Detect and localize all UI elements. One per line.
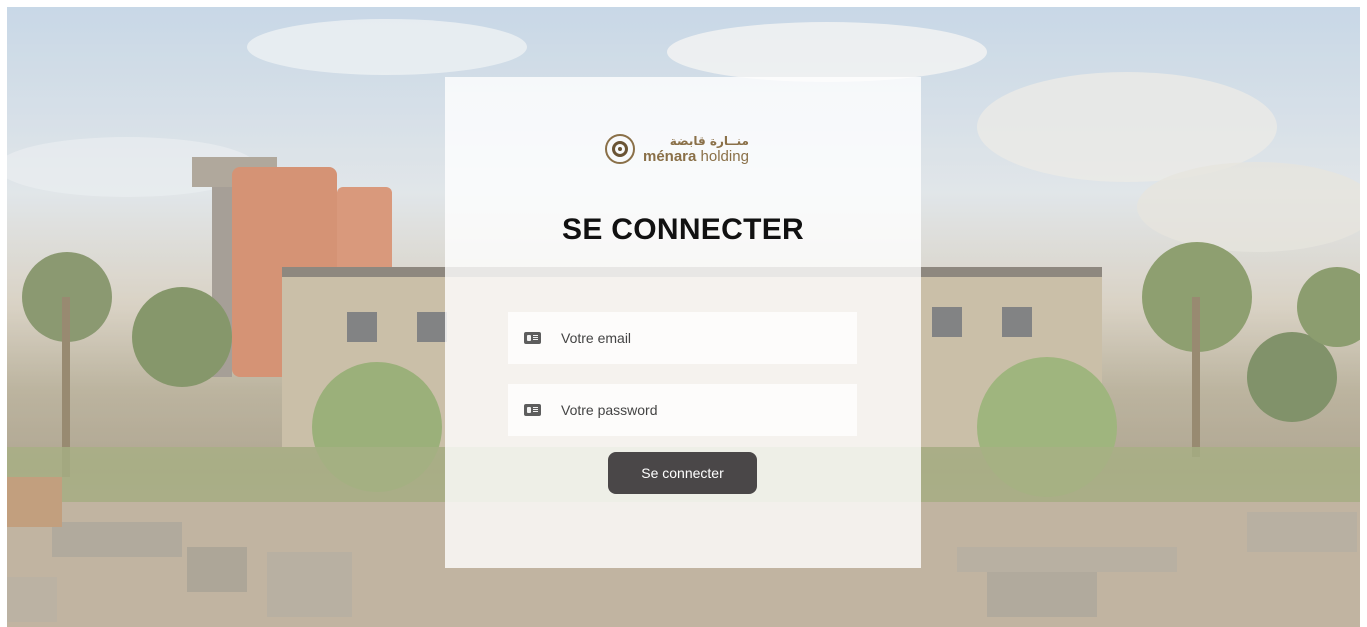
login-submit-button[interactable]: Se connecter — [608, 452, 757, 494]
logo-name-bold: ménara — [643, 147, 697, 165]
password-field-wrapper — [508, 384, 857, 436]
logo-wordmark: منــارة قابضة ménara holding — [643, 135, 749, 164]
menara-logo-icon — [605, 134, 635, 164]
email-field-wrapper — [508, 312, 857, 364]
menara-holding-logo: منــارة قابضة ménara holding — [605, 129, 765, 169]
password-input[interactable] — [559, 401, 823, 419]
id-card-icon — [524, 404, 541, 416]
id-card-icon — [524, 332, 541, 344]
logo-name-rest: holding — [696, 147, 749, 165]
logo-latin-text: ménara holding — [643, 149, 749, 164]
login-title: SE CONNECTER — [562, 213, 804, 246]
logo-arabic-text: منــارة قابضة — [669, 133, 749, 148]
login-card: منــارة قابضة ménara holding SE CONNECTE… — [445, 77, 921, 568]
email-input[interactable] — [559, 329, 823, 347]
